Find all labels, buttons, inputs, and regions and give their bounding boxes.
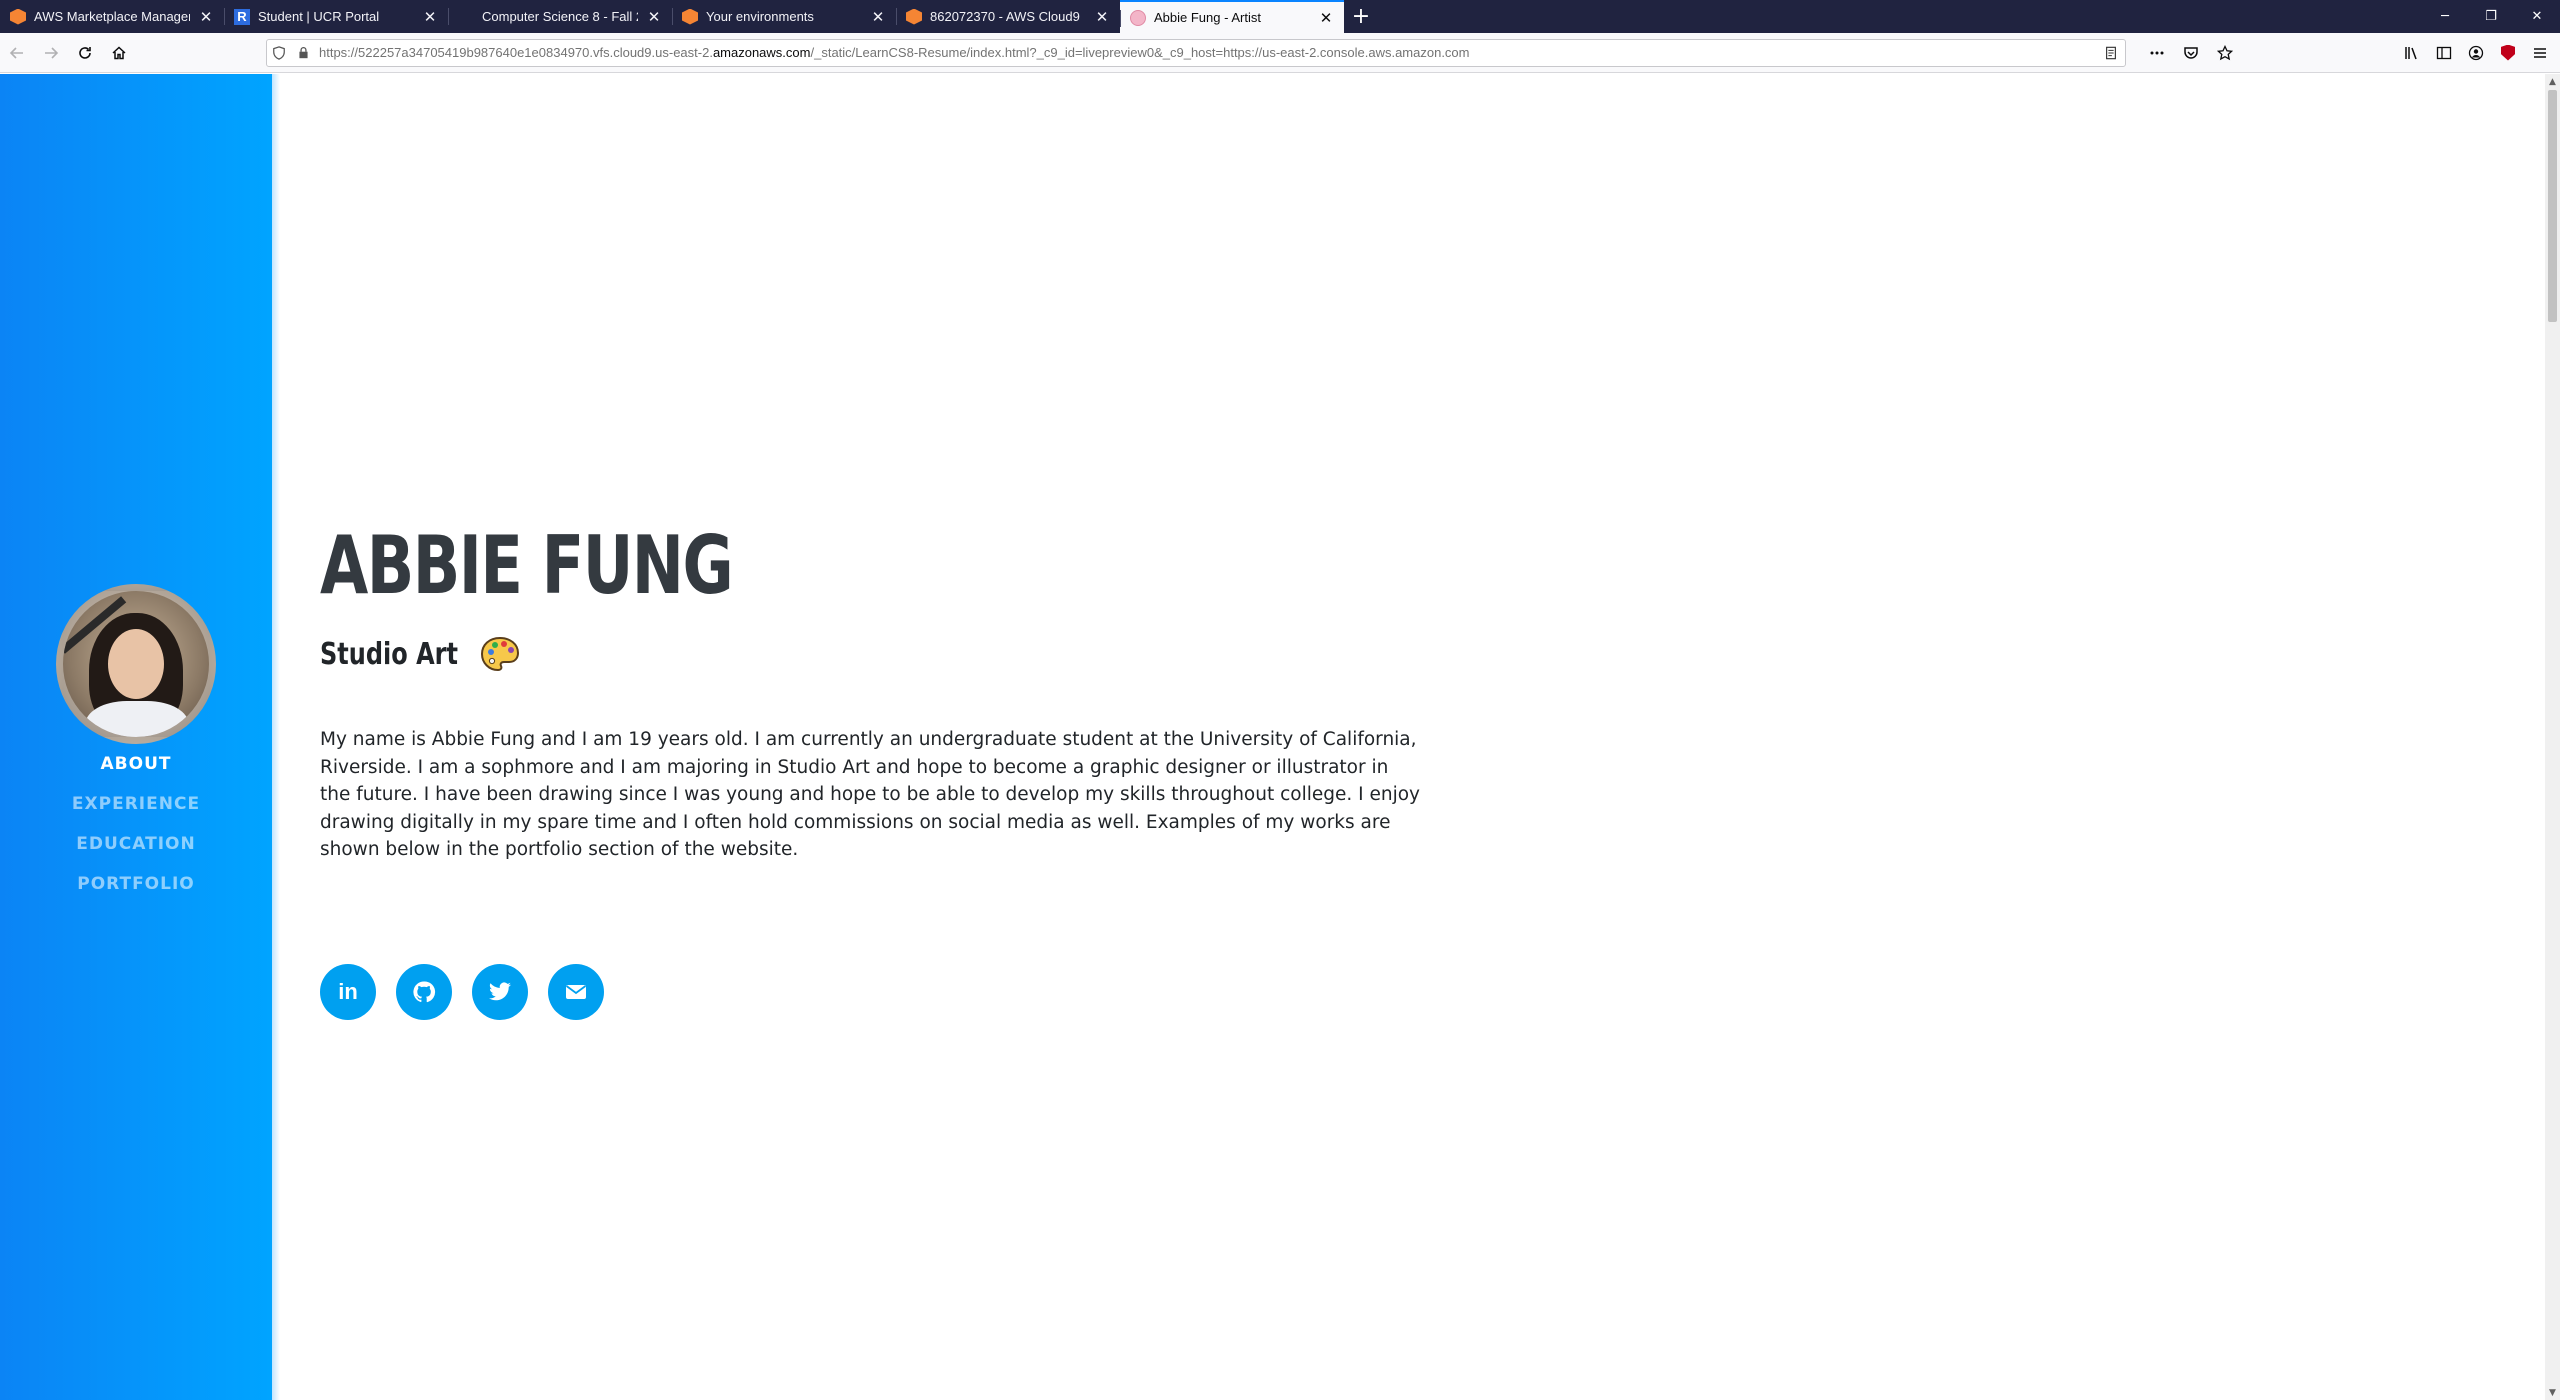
sidebar-item-portfolio[interactable]: PORTFOLIO bbox=[0, 864, 272, 904]
palette-icon bbox=[1130, 9, 1146, 26]
back-button[interactable] bbox=[0, 37, 34, 69]
tab-your-environments[interactable]: Your environments ✕ bbox=[672, 0, 896, 33]
tab-strip: AWS Marketplace Management ✕ R Student |… bbox=[0, 0, 2560, 33]
sidebar-item-experience[interactable]: EXPERIENCE bbox=[0, 784, 272, 824]
sidebar-nav: ABOUT EXPERIENCE EDUCATION PORTFOLIO bbox=[0, 744, 272, 904]
linkedin-icon: in bbox=[338, 979, 358, 1004]
minimize-button[interactable]: ─ bbox=[2422, 0, 2468, 33]
email-button[interactable] bbox=[548, 964, 604, 1020]
bookmark-star-icon[interactable] bbox=[2208, 37, 2242, 69]
lock-icon[interactable] bbox=[291, 46, 315, 59]
tab-ucr-portal[interactable]: R Student | UCR Portal ✕ bbox=[224, 0, 448, 33]
reader-view-icon[interactable] bbox=[2097, 46, 2125, 60]
subtitle-text: Studio Art bbox=[320, 636, 458, 672]
tab-abbie-fung-artist[interactable]: Abbie Fung - Artist ✕ bbox=[1120, 0, 1344, 33]
tab-title: Computer Science 8 - Fall 2018 bbox=[482, 9, 638, 24]
page-viewport: ABOUT EXPERIENCE EDUCATION PORTFOLIO ABB… bbox=[0, 74, 2545, 1400]
shield-icon[interactable] bbox=[267, 45, 291, 60]
blank-page-icon bbox=[458, 9, 474, 25]
github-icon bbox=[413, 981, 436, 1003]
url-suffix: /_static/LearnCS8-Resume/index.html?_c9_… bbox=[810, 45, 1470, 60]
aws-icon bbox=[10, 8, 26, 25]
close-tab-icon[interactable]: ✕ bbox=[1314, 6, 1338, 30]
tab-title: Student | UCR Portal bbox=[258, 9, 380, 24]
close-tab-icon[interactable]: ✕ bbox=[642, 5, 666, 29]
home-icon bbox=[112, 45, 126, 59]
scrollbar-thumb[interactable] bbox=[2548, 90, 2557, 322]
url-text[interactable]: https://522257a34705419b987640e1e0834970… bbox=[315, 45, 2097, 60]
forward-arrow-icon bbox=[45, 46, 59, 59]
email-icon bbox=[565, 985, 587, 999]
tab-title: 862072370 - AWS Cloud9 bbox=[930, 9, 1080, 24]
aws-icon bbox=[682, 8, 698, 25]
restore-button[interactable]: ❐ bbox=[2468, 0, 2514, 33]
library-icon[interactable] bbox=[2396, 37, 2428, 69]
url-prefix: https://522257a34705419b987640e1e0834970… bbox=[319, 45, 713, 60]
account-icon[interactable] bbox=[2460, 37, 2492, 69]
close-tab-icon[interactable]: ✕ bbox=[1090, 5, 1114, 29]
twitter-icon bbox=[489, 982, 511, 1001]
pocket-icon[interactable] bbox=[2174, 37, 2208, 69]
subtitle: Studio Art bbox=[320, 636, 520, 672]
reload-icon bbox=[79, 46, 91, 59]
tab-title: AWS Marketplace Management bbox=[34, 9, 190, 24]
address-bar[interactable]: https://522257a34705419b987640e1e0834970… bbox=[266, 38, 2126, 67]
home-button[interactable] bbox=[102, 37, 136, 69]
close-tab-icon[interactable]: ✕ bbox=[866, 5, 890, 29]
avatar bbox=[56, 584, 216, 744]
url-host: amazonaws.com bbox=[712, 45, 811, 60]
bio-paragraph: My name is Abbie Fung and I am 19 years … bbox=[320, 729, 1420, 861]
artist-palette-icon bbox=[481, 636, 520, 672]
tab-title: Your environments bbox=[706, 9, 814, 24]
reload-button[interactable] bbox=[68, 37, 102, 69]
tab-cs8[interactable]: Computer Science 8 - Fall 2018 ✕ bbox=[448, 0, 672, 33]
ublock-icon[interactable] bbox=[2492, 37, 2524, 69]
forward-button[interactable] bbox=[34, 37, 68, 69]
github-button[interactable] bbox=[396, 964, 452, 1020]
linkedin-button[interactable]: in bbox=[320, 964, 376, 1020]
new-tab-button[interactable]: + bbox=[1344, 0, 1378, 33]
sidebar: ABOUT EXPERIENCE EDUCATION PORTFOLIO bbox=[0, 74, 280, 1400]
back-arrow-icon bbox=[9, 46, 23, 59]
navigation-toolbar: https://522257a34705419b987640e1e0834970… bbox=[0, 33, 2560, 73]
sidebar-item-education[interactable]: EDUCATION bbox=[0, 824, 272, 864]
sidebar-item-about[interactable]: ABOUT bbox=[0, 744, 272, 784]
social-links: in bbox=[320, 964, 624, 1020]
close-window-button[interactable]: ✕ bbox=[2514, 0, 2560, 33]
menu-hamburger-icon[interactable] bbox=[2524, 37, 2556, 69]
sidebar-toggle-icon[interactable] bbox=[2428, 37, 2460, 69]
close-tab-icon[interactable]: ✕ bbox=[418, 5, 442, 29]
tab-aws-marketplace[interactable]: AWS Marketplace Management ✕ bbox=[0, 0, 224, 33]
aws-cloud9-icon bbox=[906, 8, 922, 25]
scroll-down-arrow-icon[interactable]: ▼ bbox=[2545, 1385, 2560, 1400]
window-controls: ─ ❐ ✕ bbox=[2422, 0, 2560, 33]
vertical-scrollbar[interactable]: ▲ ▼ bbox=[2545, 74, 2560, 1400]
twitter-button[interactable] bbox=[472, 964, 528, 1020]
scroll-up-arrow-icon[interactable]: ▲ bbox=[2545, 74, 2560, 89]
toolbar-right bbox=[2396, 37, 2560, 69]
tab-title: Abbie Fung - Artist bbox=[1154, 10, 1261, 25]
ucr-icon: R bbox=[234, 8, 250, 25]
page-title: ABBIE FUNG bbox=[320, 519, 734, 612]
close-tab-icon[interactable]: ✕ bbox=[194, 5, 218, 29]
tab-aws-cloud9[interactable]: 862072370 - AWS Cloud9 ✕ bbox=[896, 0, 1120, 33]
page-actions-icon[interactable] bbox=[2140, 37, 2174, 69]
